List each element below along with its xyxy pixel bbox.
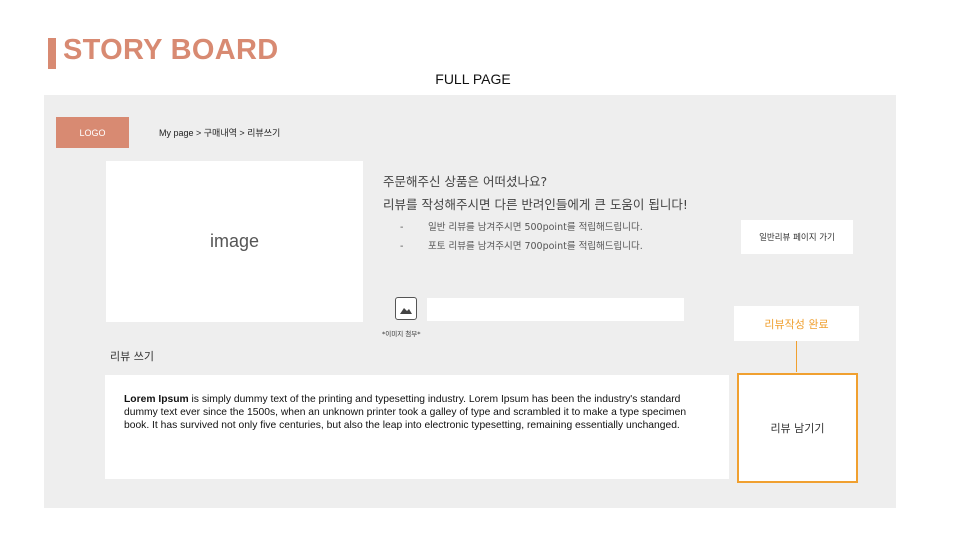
page-subtitle: FULL PAGE — [435, 71, 511, 87]
wireframe-canvas: LOGO My page > 구매내역 > 리뷰쓰기 image 주문해주신 상… — [44, 95, 896, 508]
breadcrumb[interactable]: My page > 구매내역 > 리뷰쓰기 — [159, 126, 280, 139]
point-info-photo: - 포토 리뷰를 남겨주시면 700point를 적립해드립니다. — [400, 238, 643, 252]
product-image-label: image — [209, 231, 260, 251]
product-image: image — [106, 161, 363, 322]
point-info-text: 일반 리뷰를 남겨주시면 500point를 적립해드립니다. — [428, 222, 643, 233]
page-title: STORY BOARD — [63, 34, 279, 66]
review-text-body: is simply dummy text of the printing and… — [124, 394, 687, 431]
image-attach-field[interactable] — [427, 298, 684, 321]
point-info-general: - 일반 리뷰를 남겨주시면 500point를 적립해드립니다. — [400, 219, 643, 233]
review-write-label: 리뷰 쓰기 — [110, 350, 154, 363]
title-accent-bar — [48, 38, 56, 69]
review-textarea[interactable]: Lorem Ipsum is simply dummy text of the … — [105, 375, 729, 479]
review-complete-button[interactable]: 리뷰작성 완료 — [734, 306, 859, 341]
review-text-bold: Lorem Ipsum — [124, 394, 189, 405]
bullet-dash: - — [400, 222, 404, 233]
logo[interactable]: LOGO — [56, 117, 129, 148]
bullet-dash: - — [400, 241, 404, 252]
submit-review-button[interactable]: 리뷰 남기기 — [737, 373, 858, 483]
review-encourage-text: 리뷰를 작성해주시면 다른 반려인들에게 큰 도움이 됩니다! — [383, 197, 688, 212]
review-text: Lorem Ipsum is simply dummy text of the … — [124, 393, 714, 432]
connector-line — [796, 341, 797, 372]
image-attach-label: *이미지 첨부* — [382, 330, 421, 338]
point-info-text: 포토 리뷰를 남겨주시면 700point를 적립해드립니다. — [428, 241, 643, 252]
review-question: 주문해주신 상품은 어떠셨나요? — [383, 174, 548, 189]
general-review-page-button[interactable]: 일반리뷰 페이지 가기 — [741, 220, 853, 254]
image-icon[interactable] — [395, 297, 417, 320]
